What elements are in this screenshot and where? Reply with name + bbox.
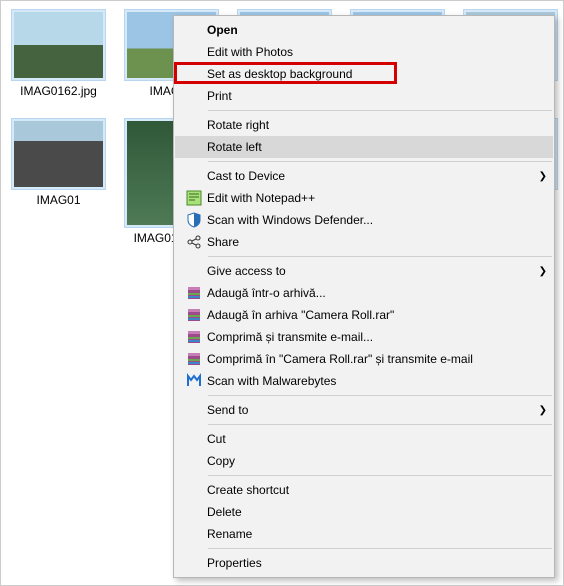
menu-label: Print [207,89,547,103]
menu-label: Comprimă și transmite e-mail... [207,330,547,344]
menu-separator [208,475,552,476]
menu-separator [208,424,552,425]
context-menu: Open Edit with Photos Set as desktop bac… [173,15,555,578]
file-name-label: IMAG01 [36,193,80,207]
menu-label: Properties [207,556,547,570]
menu-copy[interactable]: Copy [175,450,553,472]
menu-label: Rotate left [207,140,547,154]
menu-separator [208,161,552,162]
menu-label: Create shortcut [207,483,547,497]
thumbnail-image [11,9,106,81]
rar-icon [181,329,207,345]
file-name-label: IMAG0162.jpg [20,84,97,98]
menu-label: Send to [207,403,531,417]
malwarebytes-icon [181,373,207,389]
menu-label: Copy [207,454,547,468]
menu-label: Scan with Malwarebytes [207,374,547,388]
menu-cut[interactable]: Cut [175,428,553,450]
menu-properties[interactable]: Properties [175,552,553,574]
menu-share[interactable]: Share [175,231,553,253]
menu-label: Share [207,235,547,249]
menu-notepadpp[interactable]: Edit with Notepad++ [175,187,553,209]
menu-rotate-left[interactable]: Rotate left [175,136,553,158]
menu-label: Comprimă în "Camera Roll.rar" și transmi… [207,352,547,366]
menu-open[interactable]: Open [175,19,553,41]
menu-label: Edit with Notepad++ [207,191,547,205]
menu-label: Scan with Windows Defender... [207,213,547,227]
file-thumbnail[interactable]: IMAG0162.jpg [11,9,106,98]
menu-send-to[interactable]: Send to ❯ [175,399,553,421]
menu-label: Rotate right [207,118,547,132]
menu-rotate-right[interactable]: Rotate right [175,114,553,136]
chevron-right-icon: ❯ [531,266,547,277]
rar-icon [181,351,207,367]
menu-malwarebytes[interactable]: Scan with Malwarebytes [175,370,553,392]
menu-separator [208,548,552,549]
menu-label: Cast to Device [207,169,531,183]
menu-label: Give access to [207,264,531,278]
thumbnail-image [11,118,106,190]
menu-rename[interactable]: Rename [175,523,553,545]
rar-icon [181,307,207,323]
menu-separator [208,110,552,111]
rar-icon [181,285,207,301]
menu-label: Cut [207,432,547,446]
menu-rar-email-named[interactable]: Comprimă în "Camera Roll.rar" și transmi… [175,348,553,370]
chevron-right-icon: ❯ [531,171,547,182]
menu-label: Adaugă într-o arhivă... [207,286,547,300]
menu-set-background[interactable]: Set as desktop background [175,63,553,85]
shield-icon [181,212,207,228]
menu-print[interactable]: Print [175,85,553,107]
menu-separator [208,395,552,396]
menu-label: Adaugă în arhiva "Camera Roll.rar" [207,308,547,322]
share-icon [181,234,207,250]
menu-create-shortcut[interactable]: Create shortcut [175,479,553,501]
menu-label: Delete [207,505,547,519]
file-thumbnail[interactable]: IMAG01 [11,118,106,245]
menu-label: Rename [207,527,547,541]
menu-cast-to-device[interactable]: Cast to Device ❯ [175,165,553,187]
menu-rar-add[interactable]: Adaugă într-o arhivă... [175,282,553,304]
menu-rar-email[interactable]: Comprimă și transmite e-mail... [175,326,553,348]
menu-label: Set as desktop background [207,67,547,81]
menu-edit-photos[interactable]: Edit with Photos [175,41,553,63]
menu-label: Edit with Photos [207,45,547,59]
menu-rar-add-named[interactable]: Adaugă în arhiva "Camera Roll.rar" [175,304,553,326]
menu-defender[interactable]: Scan with Windows Defender... [175,209,553,231]
menu-separator [208,256,552,257]
menu-give-access[interactable]: Give access to ❯ [175,260,553,282]
menu-delete[interactable]: Delete [175,501,553,523]
notepadpp-icon [181,190,207,206]
menu-label: Open [207,23,547,37]
chevron-right-icon: ❯ [531,405,547,416]
